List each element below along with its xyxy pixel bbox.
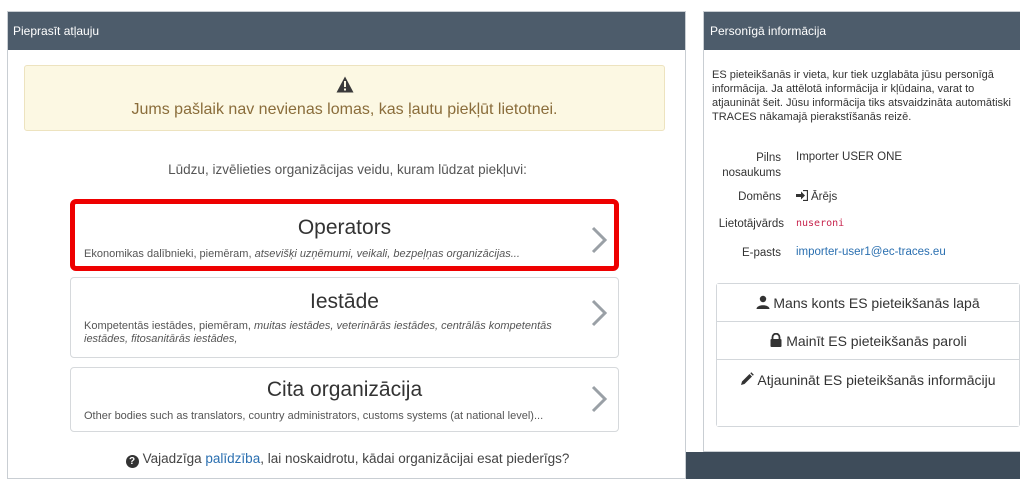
full-name-value: Importer USER ONE (796, 151, 903, 163)
sign-in-icon (796, 189, 809, 202)
request-permission-panel: Pieprasīt atļauju Jums pašlaik nav nevie… (7, 11, 686, 479)
change-password-button[interactable]: Mainīt ES pieteikšanās paroli (717, 322, 1019, 360)
eu-login-button-group: Mans konts ES pieteikšanās lapā Mainīt E… (716, 283, 1020, 427)
org-card-title: Operators (297, 216, 392, 239)
personal-info-header: Personīgā informācija (704, 12, 1020, 50)
username-label: Lietotājvārds (718, 218, 784, 230)
personal-info-intro: ES pieteikšanās ir vieta, kur tiek uzgla… (712, 69, 1011, 123)
chevron-right-icon (591, 226, 608, 254)
chevron-right-icon (591, 385, 608, 413)
org-card-authority[interactable]: Iestāde Kompetentās iestādes, piemēram, … (70, 277, 619, 358)
domain-label: Domēns (738, 191, 781, 203)
personal-info-panel: Personīgā informācija ES pieteikšanās ir… (703, 11, 1020, 452)
help-prefix: Vajadzīga (142, 451, 206, 466)
lock-icon (770, 333, 782, 347)
pencil-icon (741, 372, 755, 385)
org-card-title: Cita organizācija (266, 378, 423, 401)
request-permission-header: Pieprasīt atļauju (8, 12, 685, 50)
org-card-other[interactable]: Cita organizācija Other bodies such as t… (70, 367, 619, 432)
my-account-button[interactable]: Mans konts ES pieteikšanās lapā (717, 284, 1019, 322)
update-info-button[interactable]: Atjaunināt ES pieteikšanās informāciju (717, 360, 1019, 426)
no-roles-alert: Jums pašlaik nav nevienas lomas, kas ļau… (24, 65, 665, 131)
question-circle-icon: ? (125, 455, 139, 468)
email-value[interactable]: importer-user1@ec-traces.eu (796, 246, 946, 258)
help-link[interactable]: palīdzība (205, 451, 260, 466)
help-suffix: , lai noskaidrotu, kādai organizācijai e… (260, 451, 570, 466)
alert-message: Jums pašlaik nav nevienas lomas, kas ļau… (131, 101, 558, 118)
user-icon (756, 295, 770, 309)
warning-icon (336, 76, 354, 93)
domain-value: Ārējs (796, 189, 837, 203)
chevron-right-icon (591, 299, 608, 327)
org-card-operators[interactable]: Operators Ekonomikas dalībnieki, piemēra… (70, 199, 619, 271)
right-column-footer-bg (686, 452, 1020, 479)
org-card-title: Iestāde (310, 290, 379, 313)
full-name-label: Pilns nosaukums (722, 152, 781, 179)
org-card-description: Kompetentās iestādes, piemēram, muitas i… (84, 320, 552, 345)
email-label: E-pasts (742, 247, 781, 259)
choose-org-instruction: Lūdzu, izvēlieties organizācijas veidu, … (168, 162, 527, 177)
help-line: ? Vajadzīga palīdzība, lai noskaidrotu, k… (8, 451, 685, 468)
org-card-description: Ekonomikas dalībnieki, piemēram, atseviš… (84, 248, 520, 260)
username-value: nuseroni (796, 218, 845, 229)
org-card-description: Other bodies such as translators, countr… (84, 410, 544, 422)
